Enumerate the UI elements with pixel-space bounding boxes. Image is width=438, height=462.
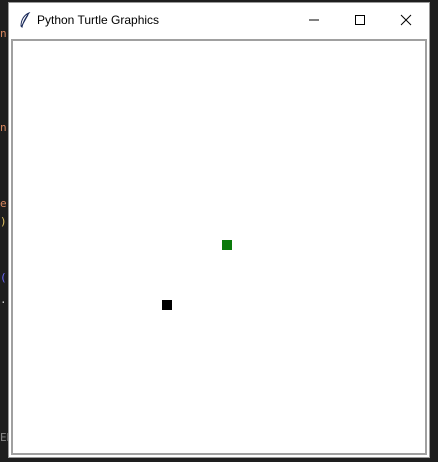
- turtle-canvas-frame: [11, 39, 427, 455]
- code-fragment: .: [0, 293, 7, 306]
- feather-icon: [19, 11, 31, 29]
- title-bar[interactable]: Python Turtle Graphics: [9, 3, 429, 37]
- minimize-icon: [309, 19, 319, 21]
- minimize-button[interactable]: [291, 3, 337, 37]
- code-fragment: ): [0, 215, 7, 228]
- turtle-canvas[interactable]: [13, 41, 425, 453]
- snake-head: [162, 300, 172, 310]
- turtle-window: Python Turtle Graphics: [8, 2, 430, 458]
- code-fragment: n: [0, 121, 7, 134]
- maximize-icon: [355, 15, 365, 25]
- code-fragment: e: [0, 197, 7, 210]
- food: [222, 240, 232, 250]
- close-icon: [400, 14, 412, 26]
- maximize-button[interactable]: [337, 3, 383, 37]
- code-fragment: n: [0, 27, 7, 40]
- code-fragment: (: [0, 271, 7, 284]
- close-button[interactable]: [383, 3, 429, 37]
- window-title: Python Turtle Graphics: [37, 13, 160, 27]
